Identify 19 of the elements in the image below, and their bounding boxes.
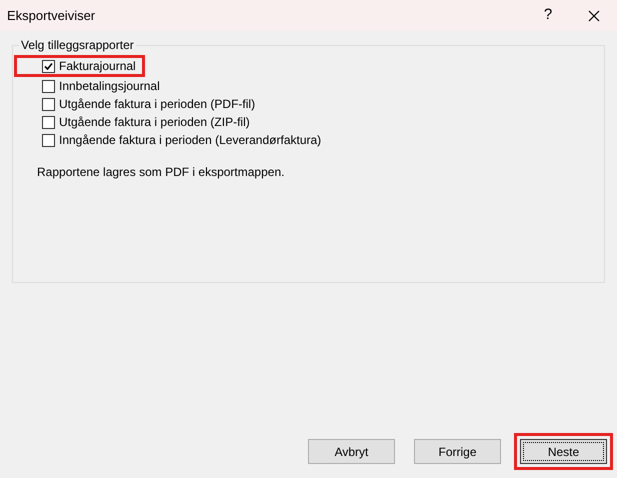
checkbox[interactable] <box>42 98 55 110</box>
dialog-button[interactable]: Neste <box>520 439 607 464</box>
dialog-button[interactable]: Avbryt <box>308 439 395 464</box>
option-label[interactable]: Inngående faktura i perioden (Leverandørfaktura) <box>59 131 322 149</box>
dialog-button[interactable]: Forrige <box>414 439 501 464</box>
close-icon <box>588 10 600 22</box>
option-label[interactable]: Innbetalingsjournal <box>59 77 160 95</box>
option-label[interactable]: Fakturajournal <box>59 57 136 75</box>
help-button[interactable]: ? <box>525 0 571 31</box>
checkmark-icon <box>44 62 53 70</box>
option-label[interactable]: Utgående faktura i perioden (PDF-fil) <box>59 95 256 113</box>
option-label[interactable]: Utgående faktura i perioden (ZIP-fil) <box>59 113 250 131</box>
checkbox[interactable] <box>42 134 55 146</box>
window-title: Eksportveiviser <box>7 6 96 25</box>
group-title: Velg tilleggsrapporter <box>19 38 136 52</box>
checkbox[interactable] <box>42 116 55 128</box>
checkbox[interactable] <box>42 60 55 72</box>
info-text: Rapportene lagres som PDF i eksportmappen. <box>37 164 286 181</box>
checkbox[interactable] <box>42 80 55 92</box>
